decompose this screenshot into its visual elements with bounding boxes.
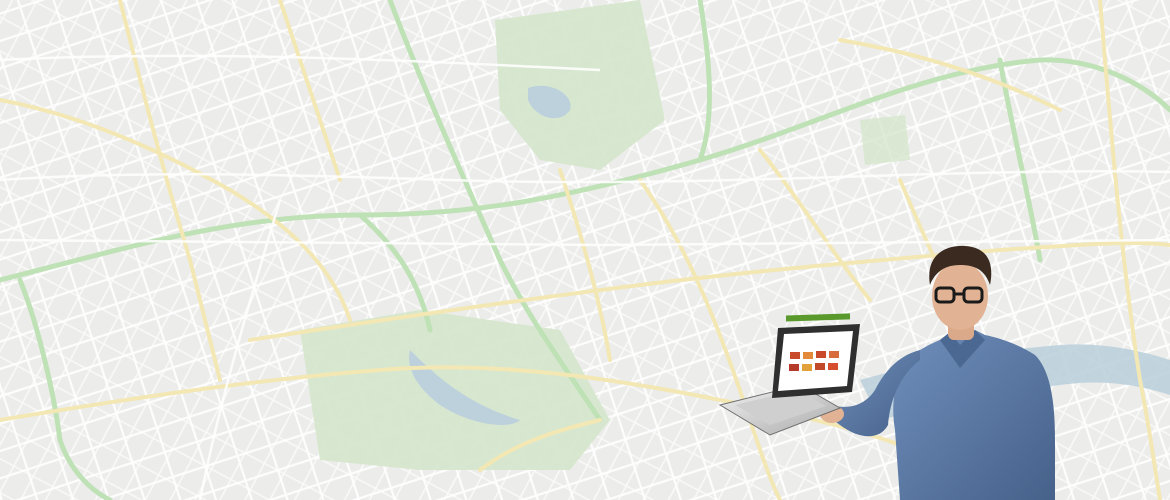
laptop-screen: [778, 331, 853, 391]
city-map-background: [0, 0, 1170, 500]
park-east: [860, 115, 910, 165]
hero-banner: [0, 0, 1170, 500]
person-head: [932, 262, 988, 330]
